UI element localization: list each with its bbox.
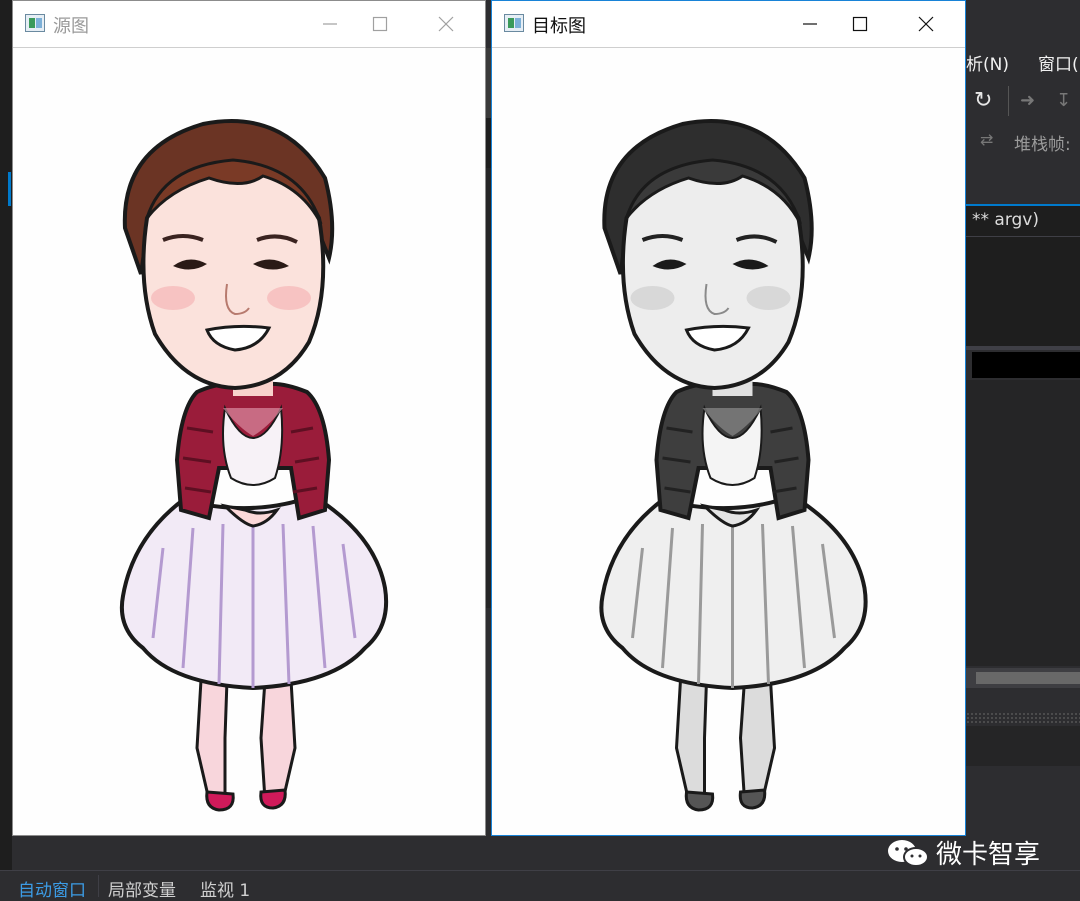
step-over-icon[interactable]: ➜ (1020, 88, 1035, 114)
source-window-title: 源图 (53, 16, 89, 37)
stack-frame-label: 堆栈帧: (1014, 135, 1071, 155)
close-icon (918, 16, 934, 32)
close-icon (438, 16, 454, 32)
source-image-window[interactable]: 源图 (12, 0, 486, 836)
target-window-title: 目标图 (532, 16, 586, 37)
ide-toolbar: ↻ ➜ ↧ (966, 84, 1080, 118)
window-app-icon (25, 14, 45, 32)
target-image-canvas (492, 48, 965, 835)
watermark: 微卡智享 (886, 832, 1056, 872)
watermark-text: 微卡智享 (936, 840, 1041, 870)
minimize-button[interactable] (787, 1, 833, 47)
ide-background-bottom (12, 838, 966, 868)
source-window-titlebar[interactable]: 源图 (13, 1, 485, 48)
target-grayscale-image (599, 119, 868, 812)
close-button[interactable] (903, 1, 949, 47)
bottom-tool-tabs: 自动窗口 局部变量 监视 1 (0, 870, 1080, 901)
toolbar-separator (1008, 86, 1009, 116)
lower-panel (966, 726, 1080, 766)
menu-window[interactable]: 窗口( (1038, 50, 1079, 75)
tab-separator (98, 875, 99, 897)
output-panel (966, 380, 1080, 666)
source-image-canvas (13, 48, 485, 835)
minimize-icon (803, 23, 817, 25)
maximize-button[interactable] (837, 1, 883, 47)
wechat-icon (888, 840, 929, 867)
tab-watch-1[interactable]: 监视 1 (200, 876, 250, 901)
target-window-titlebar[interactable]: 目标图 (492, 1, 965, 48)
source-caricature-image (120, 119, 389, 812)
stack-frame-icon: ⇄ (980, 130, 994, 149)
ide-left-accent (8, 172, 11, 206)
step-into-icon[interactable]: ↧ (1056, 88, 1071, 114)
scrollbar-thumb[interactable] (976, 672, 1080, 684)
maximize-icon (372, 16, 388, 32)
tab-autos[interactable]: 自动窗口 (18, 876, 86, 901)
window-app-icon (504, 14, 524, 32)
close-button[interactable] (423, 1, 469, 47)
stack-frame-bar: ⇄ 堆栈帧: (966, 126, 1080, 160)
minimize-button[interactable] (307, 1, 353, 47)
code-divider (966, 236, 1080, 237)
maximize-icon (852, 16, 868, 32)
ide-menubar: 析(N) 窗口( (966, 48, 1080, 76)
splitter-grip[interactable] (966, 712, 1080, 724)
panel-divider (966, 346, 1080, 350)
code-fragment: ** argv) (972, 210, 1039, 230)
console-strip (972, 352, 1080, 378)
target-image-window[interactable]: 目标图 (491, 0, 966, 836)
maximize-button[interactable] (357, 1, 403, 47)
tab-locals[interactable]: 局部变量 (108, 876, 176, 901)
restart-icon[interactable]: ↻ (974, 88, 992, 114)
minimize-icon (323, 23, 337, 25)
ide-left-gutter (0, 0, 12, 870)
menu-analyze[interactable]: 析(N) (966, 50, 1009, 75)
